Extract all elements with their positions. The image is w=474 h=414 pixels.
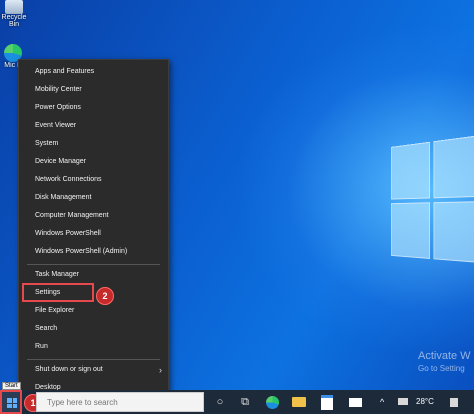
menu-item-run[interactable]: Run [19, 338, 168, 356]
watermark-subtitle: Go to Setting [418, 364, 465, 373]
start-button[interactable] [0, 390, 22, 414]
menu-item-network-connections[interactable]: Network Connections [19, 171, 168, 189]
taskbar-search-box[interactable] [36, 392, 204, 412]
temperature-readout[interactable]: 28°C [416, 390, 434, 414]
activate-windows-watermark: Activate W Go to Setting [418, 350, 471, 373]
search-input[interactable] [47, 395, 197, 409]
settings-highlight-box [22, 283, 94, 302]
menu-item-mobility-center[interactable]: Mobility Center [19, 81, 168, 99]
menu-item-power-options[interactable]: Power Options [19, 99, 168, 117]
menu-item-search[interactable]: Search [19, 320, 168, 338]
menu-item-windows-powershell-admin[interactable]: Windows PowerShell (Admin) [19, 243, 168, 261]
menu-separator [27, 359, 160, 360]
network-icon[interactable] [398, 398, 408, 405]
menu-item-device-manager[interactable]: Device Manager [19, 153, 168, 171]
edge-taskbar-icon[interactable] [264, 394, 280, 410]
chevron-right-icon: › [159, 365, 162, 375]
tray-chevron-up-icon[interactable]: ^ [380, 390, 384, 414]
menu-item-event-viewer[interactable]: Event Viewer [19, 117, 168, 135]
menu-separator [27, 264, 160, 265]
step-2-badge: 2 [96, 287, 114, 305]
menu-item-apps-and-features[interactable]: Apps and Features [19, 63, 168, 81]
windows-wallpaper-logo [390, 132, 474, 299]
cortana-icon[interactable]: ○ [212, 394, 228, 410]
menu-item-shut-down-or-sign-out[interactable]: Shut down or sign out › [19, 361, 168, 379]
recycle-bin-icon [5, 0, 23, 14]
shut-down-label: Shut down or sign out [35, 366, 103, 373]
winx-menu: Apps and Features Mobility Center Power … [18, 59, 169, 400]
menu-item-system[interactable]: System [19, 135, 168, 153]
file-explorer-icon[interactable] [291, 394, 307, 410]
weather-icon[interactable] [450, 398, 458, 407]
menu-item-task-manager[interactable]: Task Manager [19, 266, 168, 284]
menu-item-disk-management[interactable]: Disk Management [19, 189, 168, 207]
store-icon[interactable] [319, 394, 335, 410]
start-tooltip: Start [2, 382, 21, 390]
recycle-bin-desktop-icon[interactable]: Recycle Bin [0, 0, 28, 28]
windows-start-icon [7, 398, 17, 408]
task-view-icon[interactable]: ⧉ [237, 394, 253, 410]
menu-item-windows-powershell[interactable]: Windows PowerShell [19, 225, 168, 243]
menu-item-computer-management[interactable]: Computer Management [19, 207, 168, 225]
menu-item-file-explorer[interactable]: File Explorer [19, 302, 168, 320]
watermark-title: Activate W [418, 350, 471, 362]
mail-icon[interactable] [347, 394, 363, 410]
recycle-bin-label: Recycle Bin [1, 14, 27, 28]
taskbar: 1 ○ ⧉ ^ 28°C [0, 390, 474, 414]
